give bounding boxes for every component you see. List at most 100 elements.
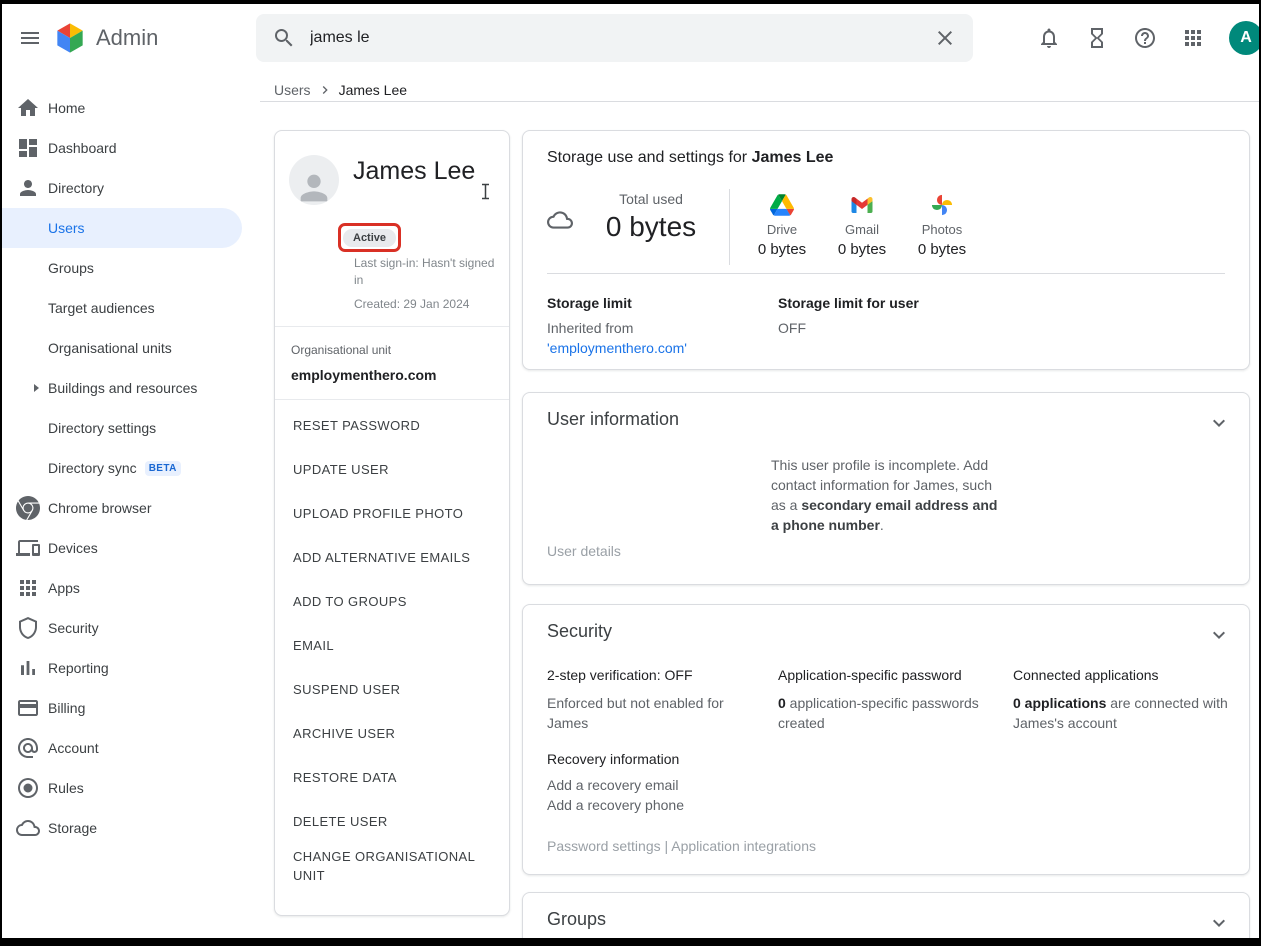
notifications-icon[interactable] [1037, 26, 1061, 50]
user-profile-card: James Lee Active Last sign-in: Hasn't si… [274, 130, 510, 916]
billing-icon [16, 696, 40, 720]
recovery-information-label: Recovery information [547, 751, 679, 767]
user-details-link[interactable]: User details [547, 543, 621, 559]
chevron-down-icon[interactable] [1207, 411, 1231, 435]
user-storage-limit-label: Storage limit for user [778, 295, 919, 311]
person-icon [16, 176, 40, 200]
two-step-desc: Enforced but not enabled for James [547, 693, 742, 733]
user-avatar [289, 155, 339, 205]
sidebar-item-target-audiences[interactable]: Target audiences [2, 288, 242, 328]
panel-title-user-information: User information [547, 409, 679, 430]
service-value: 0 bytes [742, 241, 822, 258]
service-value: 0 bytes [902, 241, 982, 258]
security-icon [16, 616, 40, 640]
sidebar-item-directory-settings[interactable]: Directory settings [2, 408, 242, 448]
breadcrumb-current: James Lee [339, 82, 407, 98]
sidebar-item-directory[interactable]: Directory [2, 168, 242, 208]
divider [260, 101, 1259, 102]
panel-title-groups: Groups [547, 909, 606, 930]
service-photos: Photos0 bytes [902, 193, 982, 265]
gmail-logo-icon [822, 193, 902, 217]
clear-search-icon[interactable] [933, 26, 957, 50]
search-bar[interactable] [256, 14, 973, 62]
sidebar-item-label: Directory sync [48, 460, 137, 476]
cloud-icon [16, 816, 40, 840]
apps-icon [16, 576, 40, 600]
breadcrumb-users[interactable]: Users [274, 82, 311, 98]
account-icon [16, 736, 40, 760]
sidebar-item-directory-sync[interactable]: Directory syncBETA [2, 448, 242, 488]
sidebar-item-billing[interactable]: Billing [2, 688, 242, 728]
divider [729, 189, 730, 265]
service-name: Gmail [822, 222, 902, 237]
chevron-right-icon [317, 82, 333, 98]
action-suspend-user[interactable]: SUSPEND USER [275, 667, 509, 711]
action-delete-user[interactable]: DELETE USER [275, 799, 509, 843]
search-input[interactable] [310, 29, 919, 47]
sidebar-item-label: Groups [48, 260, 94, 276]
user-actions: RESET PASSWORDUPDATE USERUPLOAD PROFILE … [275, 403, 509, 889]
sidebar-item-apps[interactable]: Apps [2, 568, 242, 608]
org-unit-value: employmenthero.com [291, 367, 436, 383]
service-drive: Drive0 bytes [742, 193, 822, 265]
security-footer-links[interactable]: Password settings | Application integrat… [547, 838, 816, 854]
sidebar-item-label: Billing [48, 700, 85, 716]
service-value: 0 bytes [822, 241, 902, 258]
security-columns: 2-step verification: OFF Enforced but no… [547, 667, 1241, 733]
sidebar-item-buildings-and-resources[interactable]: Buildings and resources [2, 368, 242, 408]
app-password-desc: 0 application-specific passwords created [778, 693, 993, 733]
storage-limit-label: Storage limit [547, 295, 687, 311]
org-unit-label: Organisational unit [291, 343, 391, 357]
sidebar-item-rules[interactable]: Rules [2, 768, 242, 808]
status-badge: Active [343, 229, 396, 247]
two-step-label: 2-step verification: OFF [547, 667, 742, 683]
sidebar-item-security[interactable]: Security [2, 608, 242, 648]
action-restore-data[interactable]: RESTORE DATA [275, 755, 509, 799]
menu-icon[interactable] [18, 26, 42, 50]
chrome-icon [16, 496, 40, 520]
app-password-label: Application-specific password [778, 667, 993, 683]
sidebar-item-users[interactable]: Users [2, 208, 242, 248]
two-step-section: 2-step verification: OFF Enforced but no… [547, 667, 778, 733]
action-update-user[interactable]: UPDATE USER [275, 447, 509, 491]
total-used-value: 0 bytes [599, 211, 703, 243]
action-add-alternative-emails[interactable]: ADD ALTERNATIVE EMAILS [275, 535, 509, 579]
sidebar-item-label: Devices [48, 540, 98, 556]
sidebar-item-label: Reporting [48, 660, 109, 676]
chevron-down-icon[interactable] [1207, 911, 1231, 935]
action-email[interactable]: EMAIL [275, 623, 509, 667]
user-meta: Last sign-in: Hasn't signed in Created: … [354, 255, 504, 313]
action-upload-profile-photo[interactable]: UPLOAD PROFILE PHOTO [275, 491, 509, 535]
divider [275, 326, 509, 327]
sidebar-item-account[interactable]: Account [2, 728, 242, 768]
apps-grid-icon[interactable] [1181, 26, 1205, 50]
action-change-organisational-unit[interactable]: CHANGE ORGANISATIONAL UNIT [275, 843, 509, 889]
sidebar-item-devices[interactable]: Devices [2, 528, 242, 568]
security-panel: Security 2-step verification: OFF Enforc… [522, 604, 1250, 875]
sidebar-item-organisational-units[interactable]: Organisational units [2, 328, 242, 368]
org-unit-link[interactable]: 'employmenthero.com' [547, 340, 687, 356]
sidebar-item-chrome-browser[interactable]: Chrome browser [2, 488, 242, 528]
action-reset-password[interactable]: RESET PASSWORD [275, 403, 509, 447]
sidebar-item-label: Rules [48, 780, 84, 796]
connected-apps-label: Connected applications [1013, 667, 1237, 683]
sidebar-item-home[interactable]: Home [2, 88, 242, 128]
add-recovery-phone-link[interactable]: Add a recovery phone [547, 797, 684, 813]
account-avatar[interactable]: A [1229, 21, 1259, 55]
brand: Admin [54, 21, 158, 55]
action-add-to-groups[interactable]: ADD TO GROUPS [275, 579, 509, 623]
admin-logo-icon [54, 21, 86, 55]
sidebar-item-groups[interactable]: Groups [2, 248, 242, 288]
divider [547, 273, 1225, 274]
chevron-down-icon[interactable] [1207, 623, 1231, 647]
add-recovery-email-link[interactable]: Add a recovery email [547, 777, 679, 793]
action-archive-user[interactable]: ARCHIVE USER [275, 711, 509, 755]
pending-tasks-icon[interactable] [1085, 26, 1109, 50]
help-icon[interactable] [1133, 26, 1157, 50]
cloud-icon [547, 207, 573, 265]
storage-limit-section: Storage limit Inherited from 'employment… [547, 295, 687, 356]
sidebar-item-dashboard[interactable]: Dashboard [2, 128, 242, 168]
sidebar-item-reporting[interactable]: Reporting [2, 648, 242, 688]
sidebar-item-storage[interactable]: Storage [2, 808, 242, 848]
total-used: Total used 0 bytes [599, 183, 703, 265]
